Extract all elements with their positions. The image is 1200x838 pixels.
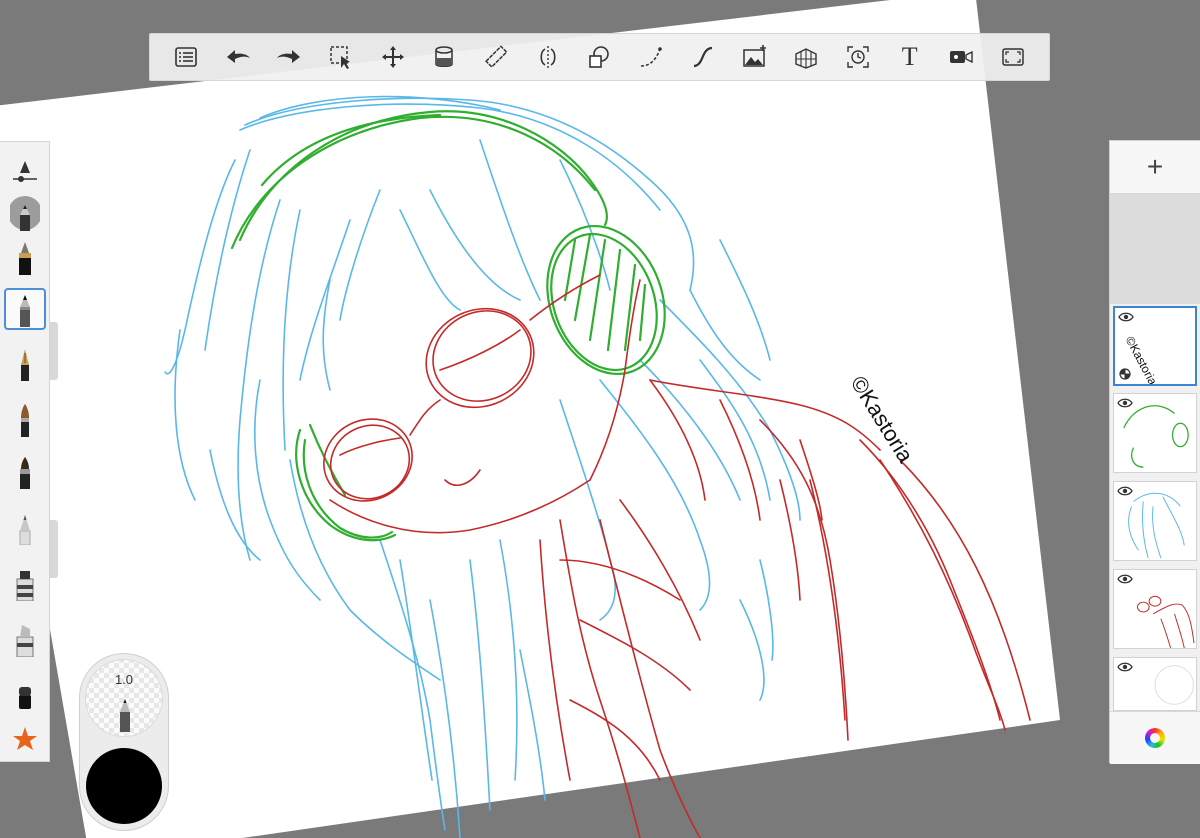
brush-puck: 1.0 [79,653,169,831]
brush-color-puck[interactable] [86,748,162,824]
eraser-icon[interactable] [4,674,46,716]
eye-icon[interactable] [1117,573,1133,585]
text-icon-label: T [901,42,918,71]
paint-brush-icon[interactable] [4,398,46,440]
transform-icon[interactable] [375,39,411,75]
layer-panel-empty-area [1110,194,1200,304]
fountain-pen-icon[interactable] [4,342,46,384]
color-wheel-button[interactable] [1110,711,1200,764]
marker-icon[interactable] [4,562,46,604]
airbrush-icon[interactable] [4,506,46,548]
ink-brush-icon[interactable] [4,236,46,278]
fullscreen-icon[interactable] [995,39,1031,75]
blend-mode-icon[interactable] [1119,368,1131,380]
redo-icon[interactable] [271,39,307,75]
symmetry-icon[interactable] [530,39,566,75]
video-icon[interactable] [943,39,979,75]
layer-headphones[interactable] [1113,393,1197,473]
eye-icon[interactable] [1117,485,1133,497]
undo-icon[interactable] [220,39,256,75]
drawing-canvas[interactable]: ©Kastoria [0,0,1200,838]
time-lapse-icon[interactable] [840,39,876,75]
brush-panel-tab-lower[interactable] [50,520,58,578]
brush-library-panel [0,141,50,762]
favorites-star-icon[interactable] [4,718,46,760]
perspective-icon[interactable] [788,39,824,75]
add-image-icon[interactable] [737,39,773,75]
pencil-preview-icon [120,699,130,732]
shape-icon[interactable] [581,39,617,75]
color-wheel-icon [1145,728,1165,748]
selection-icon[interactable] [323,39,359,75]
layer-panel: + ©Kastoria [1109,140,1200,764]
eye-icon[interactable] [1118,311,1134,323]
layer-background[interactable] [1113,657,1197,711]
brush-panel-tab-upper[interactable] [50,322,58,380]
layer-body[interactable] [1113,569,1197,649]
eye-icon[interactable] [1117,661,1133,673]
text-icon[interactable]: T [892,39,928,75]
add-layer-button[interactable]: + [1110,141,1200,194]
pencil-brush-icon[interactable] [4,192,46,234]
curve-icon[interactable] [633,39,669,75]
list-icon[interactable] [168,39,204,75]
marker-brush-icon[interactable] [4,450,46,492]
brush-size-puck[interactable]: 1.0 [85,659,163,737]
stroke-icon[interactable] [685,39,721,75]
ruler-icon[interactable] [478,39,514,75]
brush-size-value: 1.0 [114,672,134,687]
layer-signature[interactable]: ©Kastoria [1113,306,1197,386]
wide-marker-icon[interactable] [4,618,46,660]
brush-settings-icon[interactable] [4,150,46,192]
main-toolbar: T [149,33,1050,81]
eye-icon[interactable] [1117,397,1133,409]
pencil-brush-icon-selected[interactable] [4,288,46,330]
fill-icon[interactable] [426,39,462,75]
layer-hair[interactable] [1113,481,1197,561]
